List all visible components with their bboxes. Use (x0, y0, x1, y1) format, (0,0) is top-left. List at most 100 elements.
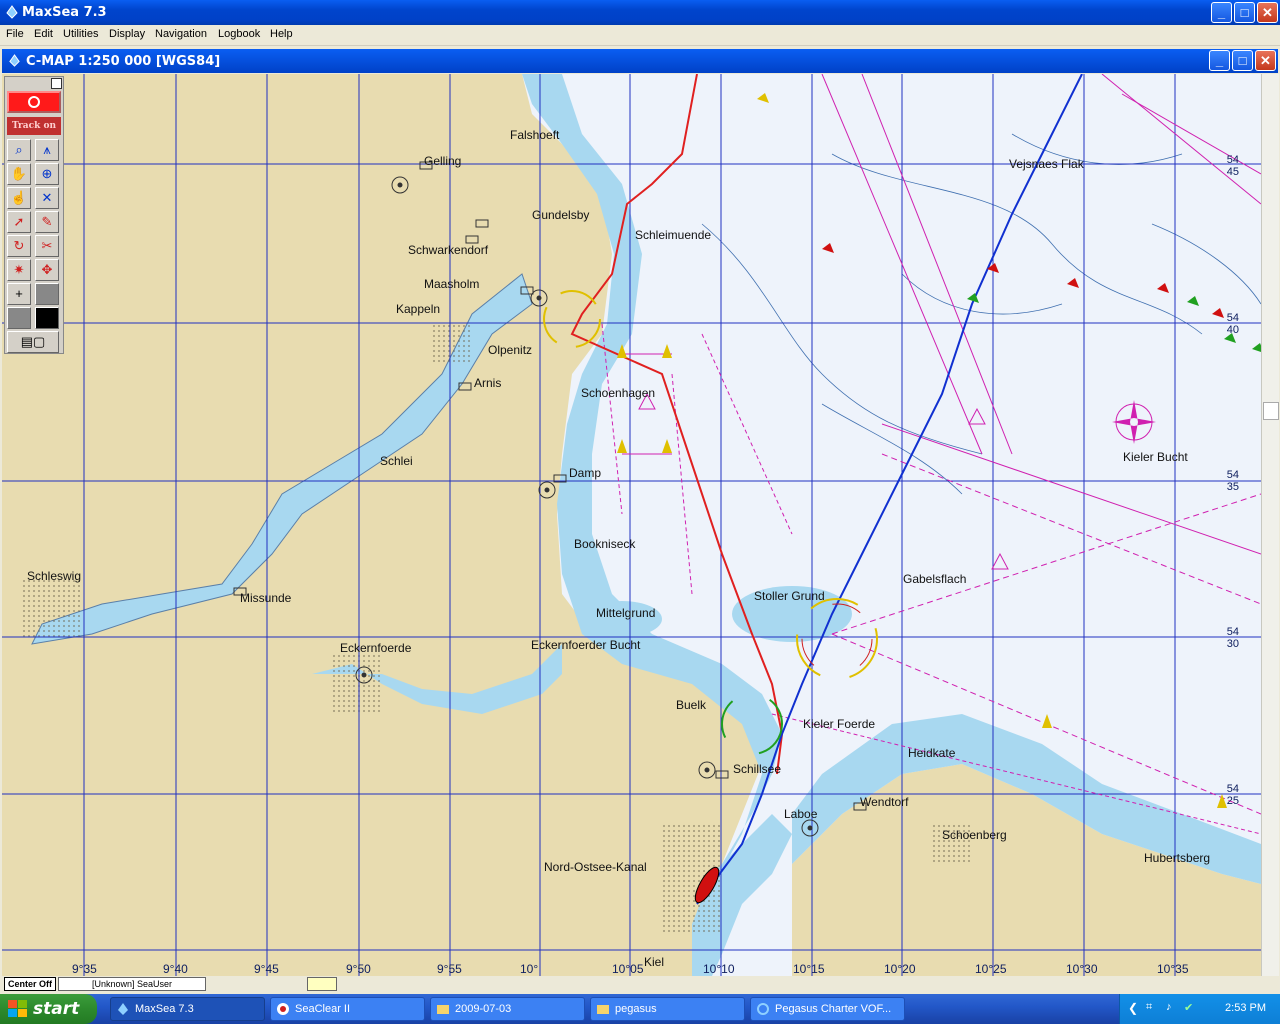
explode-icon[interactable]: ✷ (7, 259, 31, 281)
windows-logo-icon (8, 1000, 27, 1017)
minimize-button[interactable]: _ (1211, 2, 1232, 23)
volume-icon[interactable]: ♪ (1166, 1001, 1172, 1013)
place-kappeln: Kappeln (396, 302, 441, 316)
task-folder-2009[interactable]: 2009-07-03 (430, 997, 585, 1021)
place-maasholm: Maasholm (424, 277, 480, 291)
place-stoller-grund: Stoller Grund (754, 589, 825, 603)
record-button[interactable] (7, 91, 61, 113)
lon-label-1015: 10°15 (793, 962, 825, 976)
rotate-icon[interactable]: ↻ (7, 235, 31, 257)
place-schoenberg: Schoenberg (942, 828, 1007, 842)
task-maxsea[interactable]: MaxSea 7.3 (110, 997, 265, 1021)
windows-taskbar: start MaxSea 7.3 SeaClear II 2009-07-03 … (0, 994, 1280, 1024)
close-button[interactable]: ✕ (1257, 2, 1278, 23)
place-kieler-bucht: Kieler Bucht (1123, 450, 1188, 464)
clock: 2:53 PM (1225, 1002, 1266, 1014)
place-gabelsflach: Gabelsflach (903, 572, 967, 586)
lat-label-35: 54 35 (1226, 469, 1239, 493)
place-eckernfoerde: Eckernfoerde (340, 641, 412, 655)
lon-label-955: 9°55 (437, 962, 462, 976)
task-pegasus[interactable]: pegasus (590, 997, 745, 1021)
scatter-icon[interactable]: ✕ (35, 187, 59, 209)
nautical-chart[interactable]: Gelling Falshoeft Gundelsby Schwarkendor… (2, 74, 1261, 976)
black-swatch[interactable] (35, 307, 59, 329)
chart-canvas (2, 74, 1261, 976)
record-icon (28, 96, 40, 108)
arrow-select-icon[interactable]: ➚ (7, 211, 31, 233)
track-on-button[interactable]: Track on (7, 117, 61, 135)
menu-logbook[interactable]: Logbook (218, 28, 260, 40)
menu-help[interactable]: Help (270, 28, 293, 40)
place-kiel: Kiel (644, 955, 665, 969)
pencil-icon[interactable]: ✎ (35, 211, 59, 233)
maximize-button[interactable]: □ (1234, 2, 1255, 23)
app-title: MaxSea 7.3 (22, 5, 107, 20)
chart-window-title: C-MAP 1:250 000 [WGS84] (26, 54, 221, 69)
gray-swatch[interactable] (35, 283, 59, 305)
place-schwarkendorf: Schwarkendorf (408, 243, 489, 257)
system-tray: ❮ ⌗ ♪ ✔ 2:53 PM (1119, 994, 1280, 1024)
lon-label-1030: 10°30 (1066, 962, 1098, 976)
lon-label-950: 9°50 (346, 962, 371, 976)
place-mittelgrund: Mittelgrund (596, 606, 656, 620)
status-bar: Center Off [Unknown] SeaUser (2, 976, 1278, 991)
place-buelk: Buelk (676, 698, 707, 712)
place-schillsee: Schillsee (733, 762, 782, 776)
place-hubertsberg: Hubertsberg (1144, 851, 1211, 865)
lon-label-940: 9°40 (163, 962, 188, 976)
lat-label-45: 54 45 (1226, 154, 1239, 178)
maxsea-app-icon (6, 5, 18, 19)
status-toggle[interactable] (307, 977, 337, 991)
lon-label-10: 10° (520, 962, 539, 976)
maxsea-task-icon (118, 1003, 128, 1015)
plus-icon[interactable]: + (7, 283, 31, 305)
crosshair-icon[interactable]: ⊕ (35, 163, 59, 185)
chart-minimize-button[interactable]: _ (1209, 50, 1230, 71)
network-icon[interactable]: ⌗ (1146, 1001, 1152, 1014)
chart-window-titlebar: C-MAP 1:250 000 [WGS84] _ □ ✕ (2, 49, 1278, 73)
tray-expand-icon[interactable]: ❮ (1128, 1001, 1138, 1015)
seaclear-task-icon (277, 1003, 289, 1015)
palette-close-box[interactable] (51, 78, 62, 89)
hand-pan-icon[interactable]: ✋ (7, 163, 31, 185)
compass-divider-icon[interactable]: ⩚ (35, 139, 59, 161)
task-seaclear[interactable]: SeaClear II (270, 997, 425, 1021)
lon-label-1010: 10°10 (703, 962, 735, 976)
user-status: [Unknown] SeaUser (58, 977, 206, 991)
task-pegasus-charter[interactable]: Pegasus Charter VOF... (750, 997, 905, 1021)
zoom-icon[interactable]: ⌕ (7, 139, 31, 161)
lon-label-1005: 10°05 (612, 962, 644, 976)
task-seaclear-label: SeaClear II (295, 1003, 351, 1015)
menu-edit[interactable]: Edit (34, 28, 53, 40)
menu-bar: File Edit Utilities Display Navigation L… (0, 25, 1280, 46)
place-laboe: Laboe (784, 807, 818, 821)
place-heidkate: Heidkate (908, 746, 956, 760)
vertical-scrollbar[interactable] (1261, 74, 1279, 976)
gray-swatch-2[interactable] (7, 307, 31, 329)
menu-file[interactable]: File (6, 28, 24, 40)
place-vejsnaes-flak: Vejsnaes Flak (1009, 157, 1084, 171)
folder-icon (597, 1005, 609, 1014)
move-icon[interactable]: ✥ (35, 259, 59, 281)
task-pegasus-charter-label: Pegasus Charter VOF... (775, 1003, 892, 1015)
vertical-scroll-thumb[interactable] (1263, 402, 1279, 420)
security-icon[interactable]: ✔ (1184, 1001, 1193, 1014)
chart-maximize-button[interactable]: □ (1232, 50, 1253, 71)
task-pegasus-label: pegasus (615, 1003, 657, 1015)
place-schoenhagen: Schoenhagen (581, 386, 656, 400)
start-label: start (33, 999, 80, 1019)
place-schleimuende: Schleimuende (635, 228, 712, 242)
menu-display[interactable]: Display (109, 28, 145, 40)
place-falshoeft: Falshoeft (510, 128, 560, 142)
task-maxsea-label: MaxSea 7.3 (135, 1003, 194, 1015)
place-damp: Damp (569, 466, 602, 480)
menu-utilities[interactable]: Utilities (63, 28, 98, 40)
hand-point-icon[interactable]: ☝ (7, 187, 31, 209)
center-off-button[interactable]: Center Off (4, 977, 56, 991)
chart-close-button[interactable]: ✕ (1255, 50, 1276, 71)
monitor-icon[interactable]: ▤▢ (7, 331, 59, 353)
scissors-icon[interactable]: ✂ (35, 235, 59, 257)
menu-navigation[interactable]: Navigation (155, 28, 207, 40)
lon-label-1035: 10°35 (1157, 962, 1189, 976)
start-button[interactable]: start (0, 994, 97, 1024)
